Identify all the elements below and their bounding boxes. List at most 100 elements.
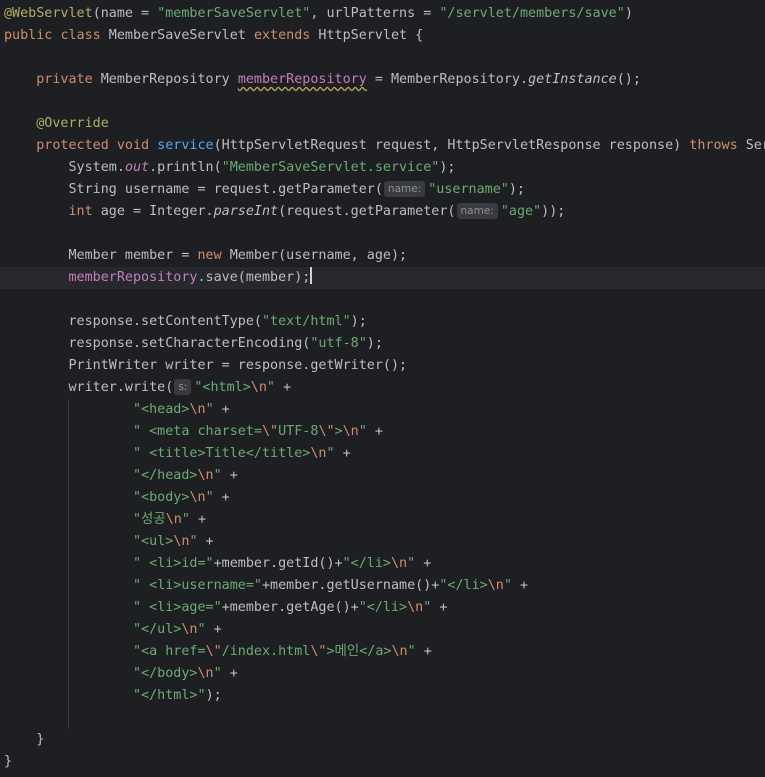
- static-call: getInstance: [528, 72, 617, 87]
- code-line-17[interactable]: PrintWriter writer = response.getWriter(…: [4, 355, 408, 377]
- code-line-6[interactable]: @Override: [4, 113, 109, 135]
- keyword: class: [60, 28, 101, 43]
- string-literal: ": [407, 556, 416, 571]
- string-literal: " <meta charset=: [133, 424, 262, 439]
- string-literal: ": [213, 468, 222, 483]
- code-line-29[interactable]: "</ul>\n" +: [4, 619, 222, 641]
- string-literal: "성공: [133, 512, 166, 527]
- code-line-21[interactable]: " <title>Title</title>\n" +: [4, 443, 351, 465]
- code-text: (request.getParameter(: [278, 204, 456, 219]
- code-line-34[interactable]: }: [4, 729, 44, 751]
- escape-sequence: \n: [310, 446, 327, 461]
- string-literal: "<head>: [133, 402, 190, 417]
- string-literal: " <li>id=": [133, 556, 214, 571]
- code-line-25[interactable]: "<ul>\n" +: [4, 531, 214, 553]
- string-literal: ": [205, 490, 214, 505]
- code-line-20[interactable]: " <meta charset=\"UTF-8\">\n" +: [4, 421, 383, 443]
- escape-sequence: \n: [189, 402, 206, 417]
- code-line-32[interactable]: "</html>");: [4, 685, 222, 707]
- code-line-26[interactable]: " <li>id="+member.getId()+"</li>\n" +: [4, 553, 431, 575]
- text-cursor: [310, 267, 313, 284]
- class-name: MemberSaveServlet: [100, 28, 254, 43]
- code-text: +: [221, 468, 238, 483]
- code-text: +: [213, 490, 230, 505]
- escape-sequence: \": [205, 644, 222, 659]
- code-line-8[interactable]: System.out.println("MemberSaveServlet.se…: [4, 157, 456, 179]
- escape-sequence: \n: [407, 600, 424, 615]
- code-text: MemberRepository: [92, 72, 238, 87]
- code-line-27[interactable]: " <li>username="+member.getUsername()+"<…: [4, 575, 528, 597]
- code-text: String username = request.getParameter(: [68, 182, 383, 197]
- escape-sequence: \n: [189, 490, 206, 505]
- code-text: HttpServlet {: [310, 28, 424, 43]
- keyword: private: [36, 72, 93, 87]
- code-text: System.: [68, 160, 125, 175]
- code-line-10[interactable]: int age = Integer.parseInt(request.getPa…: [4, 201, 565, 223]
- code-text: = MemberRepository.: [366, 72, 529, 87]
- code-line-23[interactable]: "<body>\n" +: [4, 487, 230, 509]
- string-literal: UTF-8: [278, 424, 319, 439]
- string-literal: "/servlet/members/save": [439, 6, 625, 21]
- code-text: +: [189, 512, 207, 527]
- code-text: +: [221, 666, 238, 681]
- code-text: PrintWriter writer = response.getWriter(…: [68, 358, 408, 373]
- code-line-4[interactable]: private MemberRepository memberRepositor…: [4, 69, 641, 91]
- code-line-13[interactable]: memberRepository.save(member);: [4, 267, 313, 289]
- parameter-hint: s:: [174, 379, 192, 395]
- static-field: out: [124, 160, 150, 175]
- code-line-35[interactable]: }: [4, 751, 12, 773]
- field-name: memberRepository: [68, 270, 198, 285]
- code-text: +member.getAge()+: [221, 600, 359, 615]
- string-literal: /index.html: [221, 644, 311, 659]
- code-text: +: [274, 380, 292, 395]
- string-literal: ": [503, 578, 512, 593]
- string-literal: "<html>: [194, 380, 251, 395]
- string-literal: " <li>age=": [133, 600, 222, 615]
- code-line-24[interactable]: "성공\n" +: [4, 509, 206, 531]
- code-line-19[interactable]: "<head>\n" +: [4, 399, 230, 421]
- closing-brace: }: [36, 732, 45, 747]
- string-literal: ": [197, 622, 206, 637]
- code-text: ));: [541, 204, 566, 219]
- code-line-30[interactable]: "<a href=\"/index.html\">메인</a>\n" +: [4, 641, 432, 663]
- string-literal: "</li>: [342, 556, 391, 571]
- code-line-1[interactable]: @WebServlet(name = "memberSaveServlet", …: [4, 3, 633, 25]
- string-literal: ": [358, 424, 367, 439]
- code-line-28[interactable]: " <li>age="+member.getAge()+"</li>\n" +: [4, 597, 447, 619]
- code-line-22[interactable]: "</head>\n" +: [4, 465, 238, 487]
- string-literal: >: [334, 424, 343, 439]
- code-text: , urlPatterns =: [310, 6, 440, 21]
- keyword: new: [197, 248, 222, 263]
- string-literal: "</body>: [133, 666, 198, 681]
- code-text: age = Integer.: [92, 204, 214, 219]
- string-literal: "<body>: [133, 490, 190, 505]
- code-line-7[interactable]: protected void service(HttpServletReques…: [4, 135, 765, 157]
- string-literal: ": [407, 644, 416, 659]
- code-text: response.setCharacterEncoding(: [68, 336, 311, 351]
- field-name: memberRepository: [237, 72, 367, 87]
- string-literal: >메인</a>: [326, 644, 392, 659]
- parameter-hint: name:: [456, 203, 498, 219]
- code-line-2[interactable]: public class MemberSaveServlet extends H…: [4, 25, 423, 47]
- escape-sequence: \": [310, 644, 327, 659]
- string-literal: "</html>": [133, 688, 206, 703]
- string-literal: "</li>: [358, 600, 408, 615]
- escape-sequence: \n: [342, 424, 359, 439]
- code-line-18[interactable]: writer.write(s: "<html>\n" +: [4, 377, 291, 399]
- string-literal: ": [181, 512, 190, 527]
- code-line-31[interactable]: "</body>\n" +: [4, 663, 238, 685]
- code-text: +: [334, 446, 351, 461]
- code-text: +: [197, 534, 214, 549]
- code-text: +: [511, 578, 529, 593]
- code-line-16[interactable]: response.setCharacterEncoding("utf-8");: [4, 333, 383, 355]
- code-line-15[interactable]: response.setContentType("text/html");: [4, 311, 367, 333]
- string-literal: "<a href=: [133, 644, 206, 659]
- string-literal: "memberSaveServlet": [157, 6, 311, 21]
- code-line-9[interactable]: String username = request.getParameter(n…: [4, 179, 525, 201]
- string-literal: "</li>: [439, 578, 488, 593]
- code-line-12[interactable]: Member member = new Member(username, age…: [4, 245, 408, 267]
- code-editor[interactable]: @WebServlet(name = "memberSaveServlet", …: [0, 0, 765, 777]
- escape-sequence: \n: [487, 578, 504, 593]
- code-text: (name =: [92, 6, 158, 21]
- string-literal: "<ul>: [133, 534, 174, 549]
